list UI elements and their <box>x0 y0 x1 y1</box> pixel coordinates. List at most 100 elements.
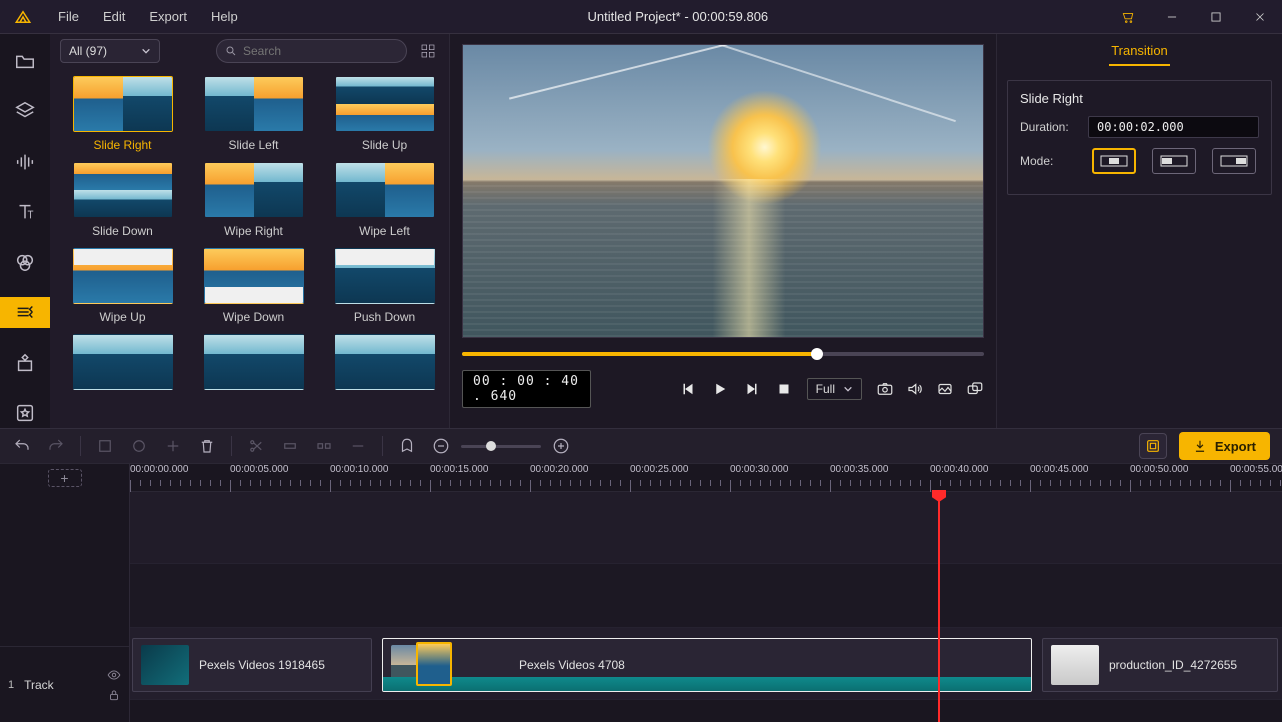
play-button[interactable] <box>711 380 729 398</box>
nav-filters-icon[interactable] <box>0 247 50 277</box>
track-header[interactable]: 1 Track <box>0 646 129 722</box>
transition-push-down[interactable]: Push Down <box>326 248 443 324</box>
tool-button[interactable] <box>163 436 183 456</box>
add-track-button[interactable]: + <box>48 469 82 487</box>
marker-button[interactable] <box>397 436 417 456</box>
preview-panel: 00 : 00 : 40 . 640 Full <box>450 34 996 428</box>
ruler-label: 00:00:55.000 <box>1230 464 1282 475</box>
menu-export[interactable]: Export <box>137 0 199 34</box>
volume-button[interactable] <box>906 380 924 398</box>
transition-slide-down[interactable]: Slide Down <box>64 162 181 238</box>
transition-wipe-up[interactable]: Wipe Up <box>64 248 181 324</box>
tool-button[interactable] <box>129 436 149 456</box>
timeline-transition-marker[interactable] <box>416 642 452 686</box>
mode-label: Mode: <box>1020 154 1082 168</box>
transition-wipe-right[interactable]: Wipe Right <box>195 162 312 238</box>
ruler-label: 00:00:35.000 <box>830 464 888 475</box>
nav-transitions-icon[interactable] <box>0 297 50 327</box>
snapshot-button[interactable] <box>876 380 894 398</box>
ruler-label: 00:00:00.000 <box>130 464 188 475</box>
frame-export-button[interactable] <box>936 380 954 398</box>
app-logo <box>0 8 46 26</box>
export-button[interactable]: Export <box>1179 432 1270 460</box>
stop-button[interactable] <box>775 380 793 398</box>
transition-wipe-left[interactable]: Wipe Left <box>326 162 443 238</box>
minimize-button[interactable] <box>1150 0 1194 34</box>
tool-button[interactable] <box>280 436 300 456</box>
category-dropdown[interactable]: All (97) <box>60 39 160 63</box>
store-icon[interactable] <box>1106 0 1150 34</box>
preview-viewport[interactable] <box>462 44 984 338</box>
ruler-label: 00:00:50.000 <box>1130 464 1188 475</box>
zoom-out-button[interactable] <box>431 436 451 456</box>
transition-label: Slide Left <box>228 138 278 152</box>
grid-view-toggle[interactable] <box>417 40 439 62</box>
side-nav <box>0 34 50 428</box>
ruler-label: 00:00:25.000 <box>630 464 688 475</box>
clip-thumb <box>1051 645 1099 685</box>
nav-text-icon[interactable] <box>0 197 50 227</box>
chevron-down-icon <box>843 384 853 394</box>
visibility-icon[interactable] <box>107 668 121 682</box>
transition-label: Slide Right <box>93 138 151 152</box>
tool-button[interactable] <box>348 436 368 456</box>
transition-slide-left[interactable]: Slide Left <box>195 76 312 152</box>
nav-media-icon[interactable] <box>0 46 50 76</box>
duration-field[interactable] <box>1088 116 1259 138</box>
transition-item[interactable] <box>64 334 181 390</box>
search-input[interactable] <box>243 44 398 58</box>
redo-button[interactable] <box>46 436 66 456</box>
property-title: Slide Right <box>1020 91 1259 106</box>
transition-slide-right[interactable]: Slide Right <box>64 76 181 152</box>
ruler-label: 00:00:45.000 <box>1030 464 1088 475</box>
timeline-tracks[interactable]: 00:00:00.00000:00:05.00000:00:10.00000:0… <box>130 464 1282 722</box>
search-box[interactable] <box>216 39 407 63</box>
preview-size-dropdown[interactable]: Full <box>807 378 862 400</box>
menu-help[interactable]: Help <box>199 0 250 34</box>
mode-overlap-button[interactable] <box>1092 148 1136 174</box>
transition-item[interactable] <box>195 334 312 390</box>
track-label: Track <box>24 678 54 692</box>
close-button[interactable] <box>1238 0 1282 34</box>
search-icon <box>225 45 237 57</box>
tool-button[interactable] <box>95 436 115 456</box>
zoom-slider[interactable] <box>461 445 541 448</box>
timeline-ruler[interactable]: 00:00:00.00000:00:05.00000:00:10.00000:0… <box>130 464 1282 492</box>
preview-progress[interactable] <box>462 352 984 356</box>
title-bar: File Edit Export Help Untitled Project* … <box>0 0 1282 34</box>
render-button[interactable] <box>1139 433 1167 459</box>
category-label: All (97) <box>69 44 107 58</box>
properties-tab[interactable]: Transition <box>997 34 1282 74</box>
nav-favorites-icon[interactable] <box>0 398 50 428</box>
menu-file[interactable]: File <box>46 0 91 34</box>
transition-slide-up[interactable]: Slide Up <box>326 76 443 152</box>
menu-edit[interactable]: Edit <box>91 0 137 34</box>
lock-icon[interactable] <box>107 688 121 702</box>
transition-label: Wipe Right <box>224 224 283 238</box>
transition-item[interactable] <box>326 334 443 390</box>
transition-label: Wipe Left <box>359 224 410 238</box>
duration-label: Duration: <box>1020 120 1078 134</box>
export-label: Export <box>1215 439 1256 454</box>
detach-preview-button[interactable] <box>966 380 984 398</box>
maximize-button[interactable] <box>1194 0 1238 34</box>
next-frame-button[interactable] <box>743 380 761 398</box>
ruler-label: 00:00:20.000 <box>530 464 588 475</box>
nav-layers-icon[interactable] <box>0 96 50 126</box>
undo-button[interactable] <box>12 436 32 456</box>
delete-button[interactable] <box>197 436 217 456</box>
mode-postfix-button[interactable] <box>1212 148 1256 174</box>
transition-wipe-down[interactable]: Wipe Down <box>195 248 312 324</box>
clip-label: production_ID_4272655 <box>1109 658 1237 672</box>
prev-frame-button[interactable] <box>679 380 697 398</box>
timeline-playhead[interactable] <box>938 492 940 722</box>
nav-elements-icon[interactable] <box>0 348 50 378</box>
split-button[interactable] <box>246 436 266 456</box>
timeline-clip[interactable]: Pexels Videos 4708 <box>382 638 1032 692</box>
timeline-clip[interactable]: Pexels Videos 1918465 <box>132 638 372 692</box>
mode-prefix-button[interactable] <box>1152 148 1196 174</box>
nav-audio-icon[interactable] <box>0 147 50 177</box>
timeline-clip[interactable]: production_ID_4272655 <box>1042 638 1278 692</box>
tool-button[interactable] <box>314 436 334 456</box>
zoom-in-button[interactable] <box>551 436 571 456</box>
